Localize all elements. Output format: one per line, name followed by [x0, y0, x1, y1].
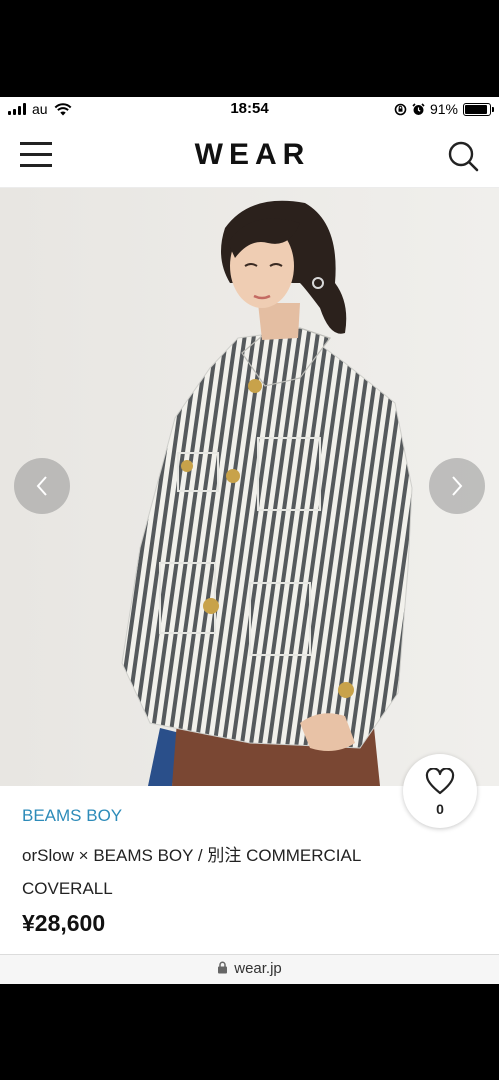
like-count: 0: [436, 801, 444, 817]
site-logo[interactable]: WEAR: [0, 138, 499, 172]
chevron-left-icon: [36, 476, 47, 496]
battery-icon: [463, 102, 494, 116]
battery-percent: 91%: [429, 101, 458, 117]
search-icon[interactable]: [447, 140, 479, 172]
like-button[interactable]: 0: [403, 754, 477, 828]
battery-fill: [465, 104, 487, 114]
browser-url-bar[interactable]: wear.jp: [0, 954, 499, 984]
carousel-prev-button[interactable]: [14, 458, 70, 514]
phone-screen: au 18:54 91% WEAR BEAMS BOY orSlow × BEA…: [0, 97, 499, 984]
url-text: wear.jp: [234, 960, 282, 977]
chevron-right-icon: [452, 476, 463, 496]
alarm-icon: [412, 102, 425, 115]
site-header: WEAR: [0, 122, 499, 188]
product-info: BEAMS BOY orSlow × BEAMS BOY / 別注 COMMER…: [0, 754, 499, 956]
product-price: ¥28,600: [22, 910, 106, 936]
carousel-next-button[interactable]: [429, 458, 485, 514]
rotation-lock-icon: [394, 103, 407, 115]
brand-link[interactable]: BEAMS BOY: [22, 806, 122, 826]
status-bar: au 18:54 91%: [0, 97, 499, 122]
product-image-carousel[interactable]: [0, 188, 499, 786]
product-title: orSlow × BEAMS BOY / 別注 COMMERCIAL COVER…: [22, 846, 361, 898]
lock-icon: [218, 961, 228, 974]
heart-outline-icon: [425, 768, 455, 795]
product-photo: [0, 188, 499, 786]
status-right: 91%: [394, 101, 494, 117]
